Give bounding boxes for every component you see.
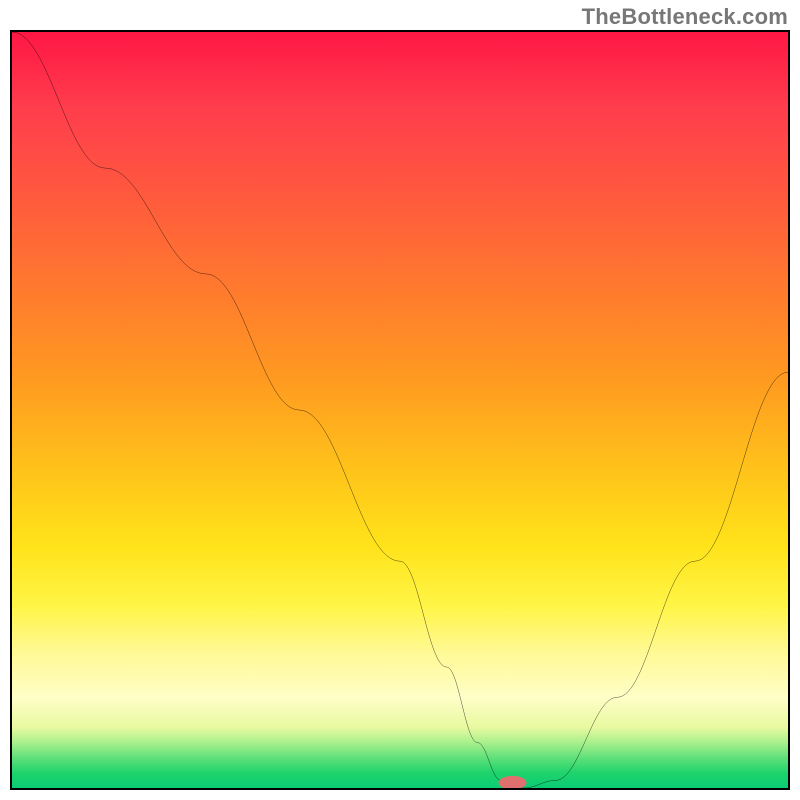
bottleneck-chart: TheBottleneck.com: [0, 0, 800, 800]
curve-layer: [12, 32, 788, 788]
bottleneck-curve-path: [12, 32, 788, 788]
plot-area: [10, 30, 790, 790]
watermark-text: TheBottleneck.com: [582, 4, 788, 30]
optimal-marker: [499, 776, 527, 788]
